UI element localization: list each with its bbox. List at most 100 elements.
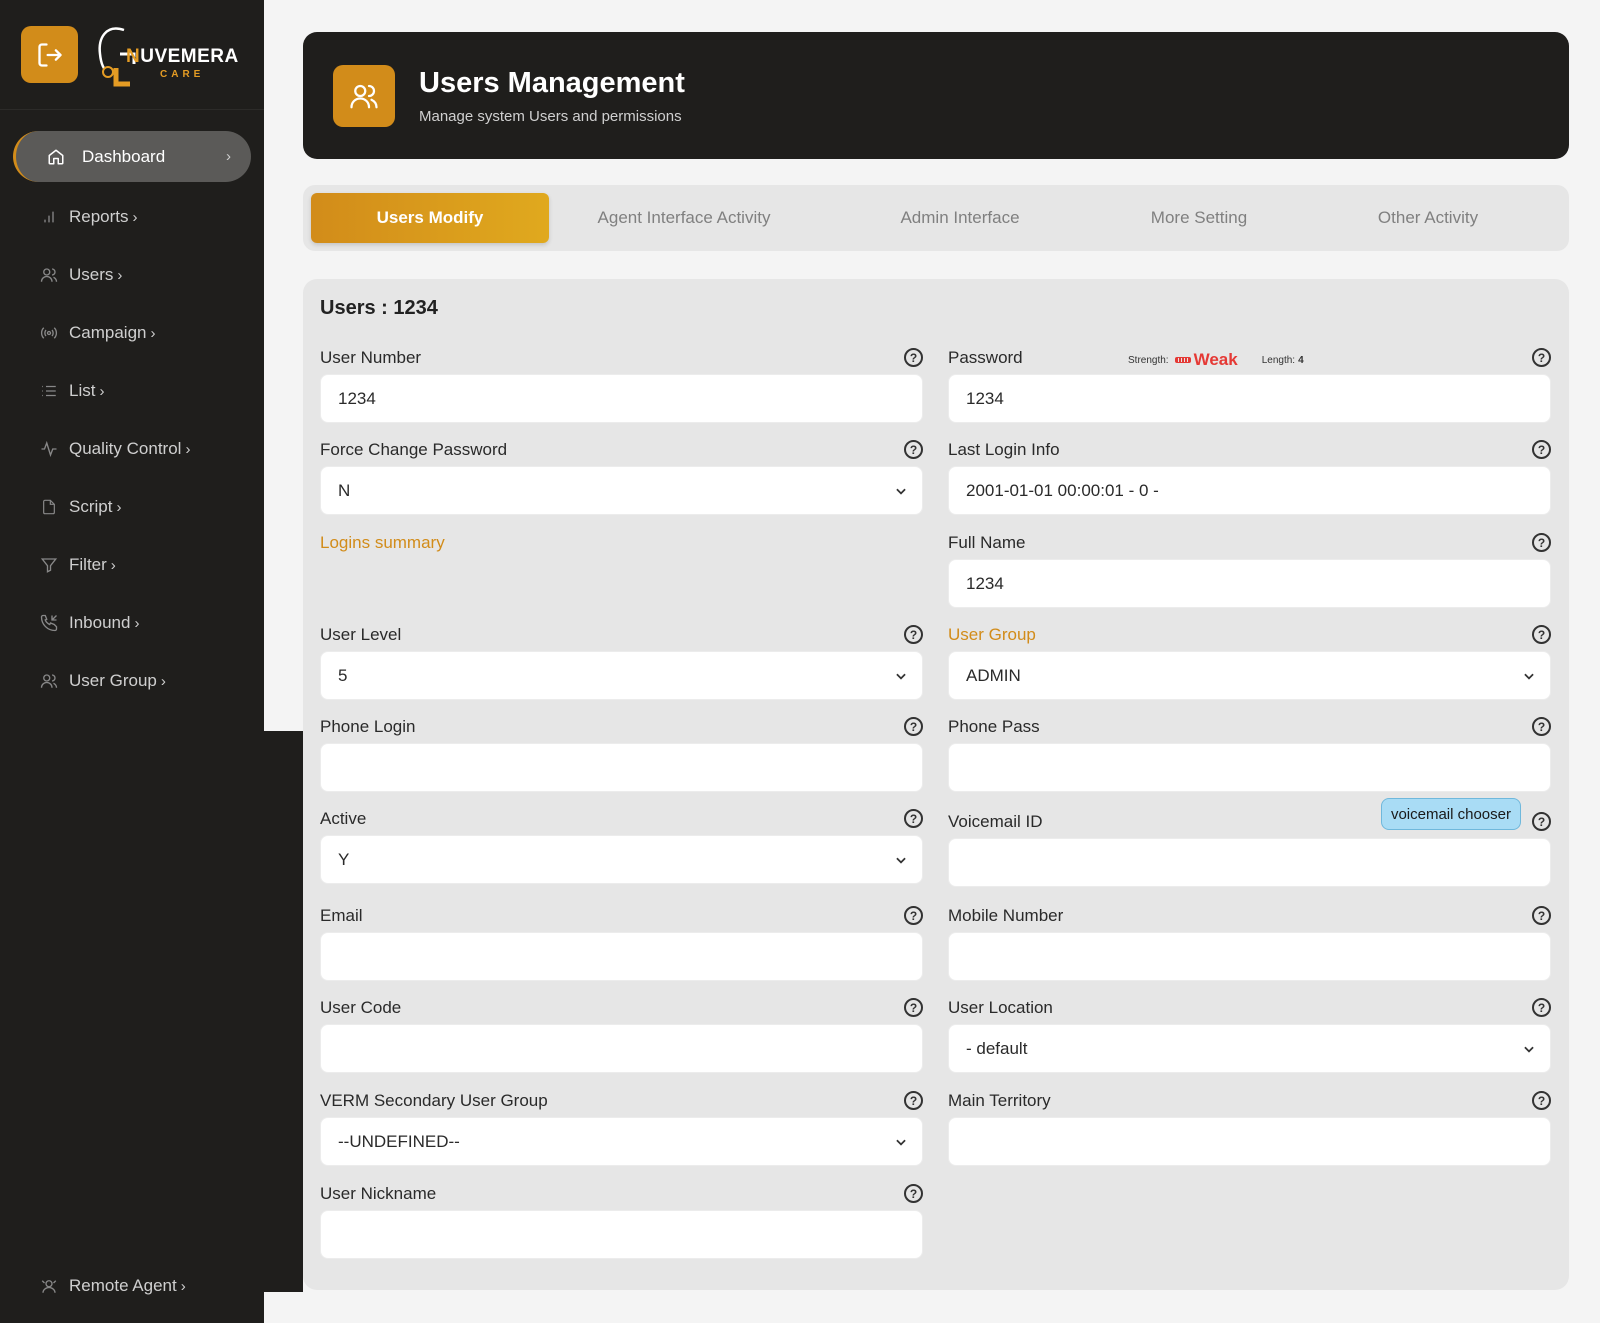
user-group-select[interactable]: ADMIN — [948, 651, 1551, 700]
chevron-right-icon: › — [134, 614, 140, 632]
phone-login-field: Phone Login? — [320, 715, 923, 792]
user-level-select[interactable]: 5 — [320, 651, 923, 700]
main-territory-input[interactable] — [948, 1117, 1551, 1166]
help-icon[interactable]: ? — [1532, 348, 1551, 367]
voicemail-chooser-button[interactable]: voicemail chooser — [1380, 798, 1521, 830]
strength-value: Weak — [1193, 350, 1238, 369]
help-icon[interactable]: ? — [1532, 533, 1551, 552]
last-login-info-input[interactable]: 2001-01-01 00:00:01 - 0 - — [948, 466, 1551, 515]
help-icon[interactable]: ? — [904, 906, 923, 925]
phone-pass-input[interactable] — [948, 743, 1551, 792]
activity-icon — [39, 439, 59, 459]
home-icon — [46, 147, 66, 167]
user-code-field: User Code? — [320, 996, 923, 1073]
user-code-input[interactable] — [320, 1024, 923, 1073]
help-icon[interactable]: ? — [904, 440, 923, 459]
remote-agent-icon — [39, 1276, 59, 1296]
user-level-label: User Level — [320, 625, 402, 644]
email-field: Email? — [320, 904, 923, 981]
user-nickname-input[interactable] — [320, 1210, 923, 1259]
sidebar-item-user-group[interactable]: User Group › — [0, 652, 264, 710]
select-value: N — [338, 480, 351, 500]
sidebar-item-quality-control[interactable]: Quality Control › — [0, 420, 264, 478]
phone-login-input[interactable] — [320, 743, 923, 792]
user-location-select[interactable]: - default — [948, 1024, 1551, 1073]
sidebar-item-campaign[interactable]: Campaign › — [0, 304, 264, 362]
phone-pass-field: Phone Pass? — [948, 715, 1551, 792]
sidebar-item-users[interactable]: Users › — [0, 246, 264, 304]
help-icon[interactable]: ? — [904, 998, 923, 1017]
sidebar-item-label: Remote Agent — [69, 1276, 177, 1295]
force-change-password-field: Force Change Password? N — [320, 438, 923, 515]
sidebar-nav: Dashboard › Reports › Users › Campaign ›… — [0, 110, 264, 710]
user-group-label[interactable]: User Group — [948, 625, 1036, 645]
user-number-field: User Number? 1234 — [320, 346, 923, 423]
help-icon[interactable]: ? — [1532, 625, 1551, 644]
mobile-number-input[interactable] — [948, 932, 1551, 981]
sidebar-item-script[interactable]: Script › — [0, 478, 264, 536]
user-nickname-field: User Nickname? — [320, 1182, 923, 1259]
user-level-field: User Level? 5 — [320, 623, 923, 700]
chevron-down-icon — [896, 1139, 906, 1146]
sidebar-item-dashboard[interactable]: Dashboard › — [13, 131, 251, 182]
email-input[interactable] — [320, 932, 923, 981]
help-icon[interactable]: ? — [904, 625, 923, 644]
logo-subtext: CARE — [160, 68, 205, 80]
active-select[interactable]: Y — [320, 835, 923, 884]
tab-other-activity[interactable]: Other Activity — [1297, 208, 1559, 228]
active-label: Active — [320, 809, 367, 828]
sidebar-item-label: User Group — [69, 671, 157, 690]
chevron-right-icon: › — [116, 498, 122, 516]
sidebar-item-reports[interactable]: Reports › — [0, 188, 264, 246]
logout-icon — [37, 42, 62, 67]
help-icon[interactable]: ? — [904, 1091, 923, 1110]
phone-incoming-icon — [39, 613, 59, 633]
users-icon — [350, 84, 378, 108]
tab-admin-interface[interactable]: Admin Interface — [819, 208, 1101, 228]
tab-agent-interface-activity[interactable]: Agent Interface Activity — [549, 208, 819, 228]
sidebar-item-label: Users — [69, 265, 114, 284]
logins-summary-link[interactable]: Logins summary — [320, 533, 445, 553]
form-title: Users : 1234 — [320, 297, 438, 319]
password-strength: Strength: Weak Length: 4 — [1128, 350, 1304, 370]
tab-users-modify[interactable]: Users Modify — [311, 193, 549, 243]
phone-login-label: Phone Login — [320, 717, 416, 736]
voicemail-id-input[interactable] — [948, 838, 1551, 887]
help-icon[interactable]: ? — [904, 717, 923, 736]
help-icon[interactable]: ? — [1532, 717, 1551, 736]
verm-secondary-user-group-select[interactable]: --UNDEFINED-- — [320, 1117, 923, 1166]
main-territory-field: Main Territory? — [948, 1089, 1551, 1166]
help-icon[interactable]: ? — [1532, 906, 1551, 925]
help-icon[interactable]: ? — [1532, 998, 1551, 1017]
help-icon[interactable]: ? — [904, 1184, 923, 1203]
force-change-password-select[interactable]: N — [320, 466, 923, 515]
chevron-right-icon: › — [226, 148, 231, 165]
strength-bar-icon — [1174, 357, 1191, 363]
sidebar-item-remote-agent[interactable]: Remote Agent › — [0, 1257, 264, 1315]
user-location-field: User Location? - default — [948, 996, 1551, 1073]
help-icon[interactable]: ? — [1532, 440, 1551, 459]
sidebar-item-list[interactable]: List › — [0, 362, 264, 420]
email-label: Email — [320, 906, 363, 925]
help-icon[interactable]: ? — [1532, 812, 1551, 831]
help-icon[interactable]: ? — [1532, 1091, 1551, 1110]
chevron-right-icon: › — [110, 556, 116, 574]
full-name-input[interactable]: 1234 — [948, 559, 1551, 608]
sidebar-overflow — [264, 731, 303, 1292]
mobile-number-field: Mobile Number? — [948, 904, 1551, 981]
password-input[interactable]: 1234 — [948, 374, 1551, 423]
chevron-down-icon — [896, 488, 906, 495]
sidebar-item-inbound[interactable]: Inbound › — [0, 594, 264, 652]
user-number-input[interactable]: 1234 — [320, 374, 923, 423]
password-label: Password — [948, 348, 1023, 367]
help-icon[interactable]: ? — [904, 809, 923, 828]
sidebar-item-filter[interactable]: Filter › — [0, 536, 264, 594]
select-value: - default — [966, 1038, 1028, 1058]
tab-bar: Users Modify Agent Interface Activity Ad… — [303, 185, 1569, 251]
select-value: ADMIN — [966, 665, 1021, 685]
help-icon[interactable]: ? — [904, 348, 923, 367]
tab-more-setting[interactable]: More Setting — [1101, 208, 1297, 228]
logo-text: NUVEMERA — [126, 45, 239, 67]
logout-button[interactable] — [21, 26, 78, 83]
user-location-label: User Location — [948, 998, 1053, 1017]
